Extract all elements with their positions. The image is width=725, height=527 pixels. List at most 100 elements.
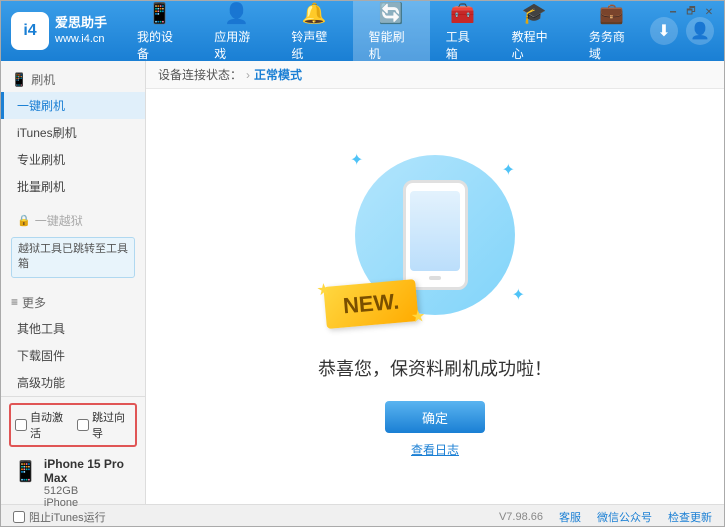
tab-tutorial-label: 教程中心 (512, 28, 557, 62)
pro-flash-label: 专业刷机 (17, 153, 65, 167)
phone-screen (410, 191, 460, 271)
tab-my-device-label: 我的设备 (137, 28, 182, 62)
auto-activate-checkbox[interactable] (15, 419, 27, 431)
block-itunes-checkbox[interactable] (13, 511, 25, 523)
block-itunes-label: 阻止iTunes运行 (29, 509, 106, 525)
footer-customer-service[interactable]: 客服 (559, 509, 581, 525)
user-button[interactable]: 👤 (686, 17, 714, 45)
sidebar-item-one-click-flash[interactable]: 一键刷机 (1, 92, 145, 119)
logo-text: 爱思助手 www.i4.cn (55, 14, 107, 48)
close-button[interactable]: ✕ (702, 5, 716, 19)
flash-section-label: 刷机 (31, 71, 55, 88)
status-prefix: 设备连接状态： (158, 66, 242, 83)
app-window: 🗕 🗗 ✕ i4 爱思助手 www.i4.cn 📱 我的设备 👤 应用游戏 🔔 … (0, 0, 725, 527)
batch-flash-label: 批量刷机 (17, 180, 65, 194)
main-content: 设备连接状态： › 正常模式 NEW. ✦ ✦ ✦ (146, 61, 724, 504)
tab-my-device[interactable]: 📱 我的设备 (121, 1, 198, 61)
sparkle-icon-1: ✦ (350, 150, 363, 170)
tab-app-game-label: 应用游戏 (214, 28, 259, 62)
confirm-button-label: 确定 (422, 408, 448, 427)
sparkle-icon-3: ✦ (512, 285, 525, 305)
lock-icon: 🔒 (17, 214, 31, 227)
my-device-icon: 📱 (147, 1, 172, 26)
version-label: V7.98.66 (499, 511, 543, 523)
status-value: 正常模式 (254, 66, 302, 83)
device-storage: 512GB (44, 485, 133, 497)
sidebar-item-download-firmware[interactable]: 下载固件 (1, 342, 145, 369)
brand-name: 爱思助手 (55, 14, 107, 32)
phone-home (429, 276, 441, 280)
phone-device (403, 180, 468, 290)
itunes-flash-label: iTunes刷机 (17, 126, 77, 140)
device-phone-icon: 📱 (13, 459, 38, 484)
smart-flash-icon: 🔄 (379, 1, 404, 26)
tab-toolbox-label: 工具箱 (446, 28, 480, 62)
jailbreak-label: 一键越狱 (35, 212, 83, 229)
tab-app-game[interactable]: 👤 应用游戏 (198, 1, 275, 61)
footer-left: 阻止iTunes运行 (13, 509, 106, 525)
footer-right: V7.98.66 客服 微信公众号 检查更新 (499, 509, 712, 525)
auto-activate-checkbox-label[interactable]: 自动激活 (15, 409, 69, 441)
ringtone-icon: 🔔 (302, 1, 327, 26)
more-section-title: ≡ 更多 (1, 290, 145, 315)
footer-check-update[interactable]: 检查更新 (668, 509, 712, 525)
device-name: iPhone 15 Pro Max (44, 457, 133, 485)
more-icon: ≡ (11, 295, 18, 309)
success-text: 恭喜您，保资料刷机成功啦！ (318, 355, 552, 381)
minimize-button[interactable]: 🗕 (666, 5, 680, 19)
sidebar-item-other-tools[interactable]: 其他工具 (1, 315, 145, 342)
tab-smart-flash-label: 智能刷机 (369, 28, 414, 62)
status-arrow: › (246, 68, 250, 82)
tab-ringtone-label: 铃声壁纸 (291, 28, 336, 62)
sparkle-icon-2: ✦ (502, 160, 515, 180)
app-header: i4 爱思助手 www.i4.cn 📱 我的设备 👤 应用游戏 🔔 铃声壁纸 🔄… (1, 1, 724, 61)
skip-guide-checkbox-label[interactable]: 跳过向导 (77, 409, 131, 441)
sidebar-item-itunes-flash[interactable]: iTunes刷机 (1, 119, 145, 146)
logo-area: i4 爱思助手 www.i4.cn (11, 12, 121, 50)
tab-smart-flash[interactable]: 🔄 智能刷机 (353, 1, 430, 61)
footer-wechat[interactable]: 微信公众号 (597, 509, 652, 525)
device-text: iPhone 15 Pro Max 512GB iPhone (44, 457, 133, 509)
tab-service[interactable]: 💼 务务商域 (573, 1, 650, 61)
other-tools-label: 其他工具 (17, 322, 65, 336)
sidebar-bottom: 自动激活 跳过向导 📱 iPhone 15 Pro Max 512GB iPho… (1, 396, 145, 519)
maximize-button[interactable]: 🗗 (684, 5, 698, 19)
app-game-icon: 👤 (224, 1, 249, 26)
auto-activate-row: 自动激活 跳过向导 (9, 403, 137, 447)
advanced-label: 高级功能 (17, 376, 65, 390)
sidebar-item-pro-flash[interactable]: 专业刷机 (1, 146, 145, 173)
app-body: 📱 刷机 一键刷机 iTunes刷机 专业刷机 批量刷机 🔒 一键越狱 越狱工 (1, 61, 724, 504)
skip-guide-checkbox[interactable] (77, 419, 89, 431)
more-label: 更多 (22, 294, 46, 311)
brand-url: www.i4.cn (55, 32, 107, 47)
log-link[interactable]: 查看日志 (411, 441, 459, 458)
tab-toolbox[interactable]: 🧰 工具箱 (430, 1, 496, 61)
new-badge: NEW. (323, 279, 419, 329)
flash-section-title: 📱 刷机 (1, 67, 145, 92)
sidebar-item-advanced[interactable]: 高级功能 (1, 369, 145, 396)
service-icon: 💼 (599, 1, 624, 26)
phone-illustration: NEW. ✦ ✦ ✦ (335, 135, 535, 335)
sidebar-item-batch-flash[interactable]: 批量刷机 (1, 173, 145, 200)
sidebar: 📱 刷机 一键刷机 iTunes刷机 专业刷机 批量刷机 🔒 一键越狱 越狱工 (1, 61, 146, 504)
logo-icon: i4 (11, 12, 49, 50)
tutorial-icon: 🎓 (522, 1, 547, 26)
tab-ringtone[interactable]: 🔔 铃声壁纸 (275, 1, 352, 61)
download-firmware-label: 下载固件 (17, 349, 65, 363)
header-actions: ⬇ 👤 (650, 17, 714, 45)
success-area: NEW. ✦ ✦ ✦ 恭喜您，保资料刷机成功啦！ 确定 查看日志 (146, 89, 724, 504)
skip-guide-label: 跳过向导 (92, 409, 131, 441)
confirm-button[interactable]: 确定 (385, 401, 485, 433)
device-info: 📱 iPhone 15 Pro Max 512GB iPhone (9, 453, 137, 513)
nav-tabs: 📱 我的设备 👤 应用游戏 🔔 铃声壁纸 🔄 智能刷机 🧰 工具箱 🎓 (121, 1, 650, 61)
one-click-flash-label: 一键刷机 (17, 99, 65, 113)
download-button[interactable]: ⬇ (650, 17, 678, 45)
tab-service-label: 务务商域 (589, 28, 634, 62)
flash-section-icon: 📱 (11, 72, 27, 88)
device-type: iPhone (44, 497, 133, 509)
toolbox-icon: 🧰 (450, 1, 475, 26)
sidebar-item-jailbreak-disabled: 🔒 一键越狱 (1, 208, 145, 233)
tab-tutorial[interactable]: 🎓 教程中心 (496, 1, 573, 61)
auto-activate-label: 自动激活 (30, 409, 69, 441)
window-controls: 🗕 🗗 ✕ (666, 5, 716, 19)
